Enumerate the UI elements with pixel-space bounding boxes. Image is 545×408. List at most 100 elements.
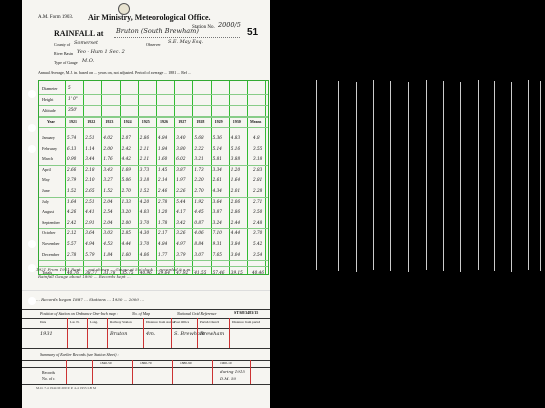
table-column-rule (65, 81, 66, 274)
summary-column-rule (250, 360, 251, 384)
rainfall-cell: 4.06 (194, 230, 204, 236)
rainfall-cell: 3.20 (121, 209, 131, 215)
rainfall-cell: 3.26 (176, 230, 186, 236)
month-label: October (42, 230, 56, 236)
rainfall-cell: 4.45 (194, 209, 204, 215)
summary-column-header: 1880-90 (180, 361, 192, 365)
month-mean-cell: 2.28 (253, 188, 263, 193)
summary-bottom-rule (22, 384, 270, 385)
position-column-header: Distance from parish (232, 321, 261, 324)
table-row-rule (39, 260, 268, 262)
summary-header-rule (22, 367, 270, 368)
rainfall-cell: 1.45 (158, 166, 168, 172)
rainfall-cell: 4.34 (212, 188, 222, 193)
summary-column-rule (132, 360, 133, 384)
meta-row-value: 5 (68, 85, 71, 90)
blank-reverse-page (278, 0, 545, 408)
year-header-1929: 1929 (214, 119, 223, 124)
rainfall-cell: 4.97 (176, 241, 186, 246)
faint-ruled-line (540, 81, 541, 271)
rainfall-cell: 3.70 (139, 219, 150, 225)
map-number-label: No. of Map (132, 311, 151, 316)
means-header: Means (250, 119, 262, 124)
page-number: 51 (247, 27, 259, 38)
faint-ruled-line (356, 82, 357, 272)
rainfall-cell: 1.60 (158, 156, 168, 162)
rainfall-cell: 3.42 (176, 219, 186, 225)
rainfall-cell: 2.22 (194, 145, 204, 151)
rainfall-cell: 3.80 (176, 145, 186, 151)
rainfall-cell: 3.84 (230, 241, 241, 246)
rainfall-cell: 1.64 (67, 198, 77, 204)
rainfall-cell: 2.26 (176, 188, 186, 193)
rainfall-cell: 2.06 (230, 198, 241, 204)
station-number: 2000/5 (218, 21, 241, 29)
rainfall-cell: 1.84 (158, 145, 168, 151)
faint-ruled-line (338, 81, 339, 271)
table-row-rule (39, 94, 268, 95)
rainfall-cell: 3.87 (176, 166, 186, 172)
faint-ruled-line (316, 80, 317, 270)
summary-column-header: 1900-10 (220, 361, 232, 365)
month-label: April (42, 166, 51, 172)
month-label: December (42, 251, 60, 257)
summary-entry-1: during 1915 (220, 369, 245, 374)
position-column-header: Lat. N. (70, 321, 80, 324)
rainfall-cell: 2.14 (158, 177, 168, 183)
punch-hole (28, 124, 36, 132)
note-2: Rainfall Gauge about 1890 ... Records ke… (38, 275, 131, 279)
faint-ruled-line (478, 80, 479, 270)
rainfall-cell: 4.44 (121, 241, 131, 246)
month-label: January (42, 135, 56, 140)
rainfall-cell: 3.73 (139, 166, 150, 172)
rainfall-cell: 3.79 (176, 251, 186, 257)
rainfall-cell: 2.86 (139, 135, 150, 140)
month-mean-cell: 3.18 (253, 156, 263, 162)
rainfall-cell: 2.65 (85, 188, 95, 193)
table-column-rule (228, 81, 230, 274)
note-3: ... Records began 1887 ... Stations ... … (36, 298, 144, 302)
rainfall-cell: 2.10 (85, 177, 95, 183)
river-label: River Basin (54, 51, 73, 56)
punch-hole (28, 297, 36, 305)
footer-print-line: M.O. 7.4 1944 M 200 P. P. 4-4 1955 LB M (36, 386, 96, 390)
rainfall-cell: 1.64 (230, 177, 241, 183)
month-mean-cell: 2.81 (253, 177, 263, 183)
rainfall-cell: 2.12 (67, 230, 77, 236)
rainfall-cell: 4.30 (139, 230, 150, 236)
faint-ruled-line (390, 81, 391, 271)
rainfall-cell: 3.18 (139, 177, 150, 183)
rainfall-cell: 4.02 (103, 135, 113, 140)
rainfall-cell: 5.79 (85, 251, 95, 257)
rainfall-cell: 1.52 (139, 188, 150, 193)
position-column-rule (229, 318, 230, 348)
summary-title: Summary of Earlier Records (see Station … (40, 352, 119, 357)
year-header-1922: 1922 (87, 119, 96, 124)
rainfall-cell: 2.78 (158, 198, 168, 204)
rainfall-label: RAINFALL at (54, 29, 104, 38)
summary-column-rule (172, 360, 173, 384)
rainfall-cell: 1.76 (103, 156, 113, 162)
rainfall-cell: 2.11 (139, 156, 150, 162)
meta-row-label: Diameter (42, 86, 58, 91)
rainfall-cell: 5.44 (176, 198, 186, 204)
rainfall-cell: 1.60 (121, 251, 131, 257)
year-header-1926: 1926 (160, 119, 168, 124)
faint-ruled-line (408, 82, 409, 272)
month-label: May (42, 177, 50, 183)
rainfall-cell: 3.04 (230, 251, 241, 257)
rainfall-cell: 1.20 (158, 209, 168, 215)
rainfall-cell: 2.51 (85, 135, 95, 140)
year-header-1930: 1930 (232, 119, 241, 124)
faint-ruled-line (373, 80, 374, 270)
month-label: February (42, 145, 58, 151)
position-column-rule (67, 318, 68, 348)
month-mean-cell: 3.70 (253, 230, 263, 236)
rainfall-cell: 4.17 (176, 209, 186, 215)
rainfall-cell: 1.33 (121, 198, 131, 204)
month-label: August (42, 209, 55, 215)
year-header-1921: 1921 (69, 119, 77, 124)
rainfall-cell: 0.87 (194, 219, 204, 225)
rainfall-cell: 1.97 (176, 177, 186, 183)
rainfall-cell: 5.06 (121, 177, 131, 183)
